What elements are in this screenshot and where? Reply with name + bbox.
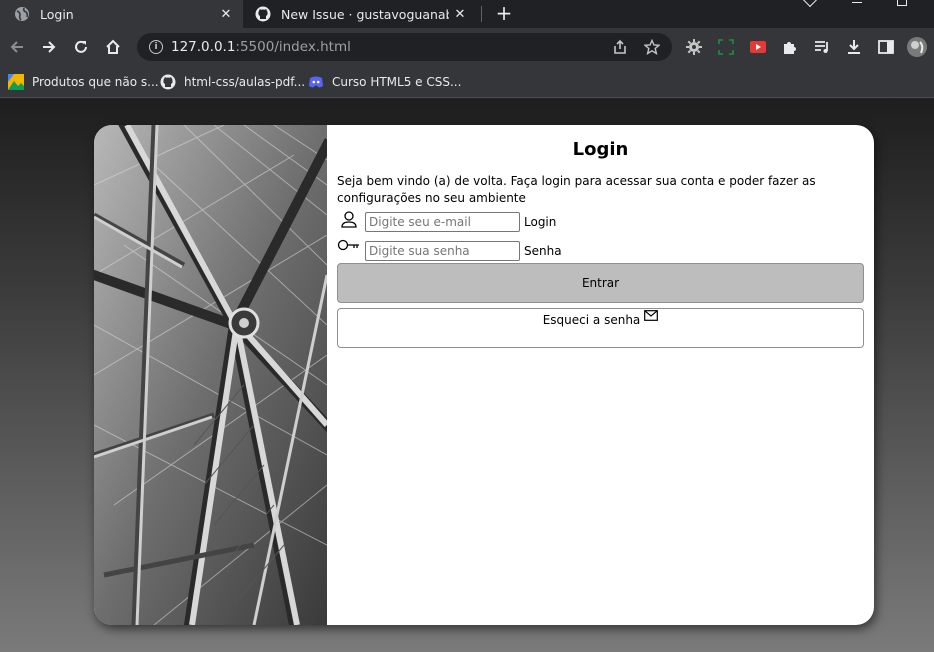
forward-button[interactable] [38, 36, 60, 58]
extension-youtube-icon[interactable] [747, 36, 769, 58]
forgot-password-label: Esqueci a senha [542, 313, 641, 327]
side-panel-icon[interactable] [875, 36, 897, 58]
back-button[interactable] [6, 36, 28, 58]
steel-structure-image [94, 125, 327, 625]
tab-title: New Issue · gustavoguanabara/ht [281, 6, 449, 22]
reload-button[interactable] [70, 36, 92, 58]
password-label: Senha [524, 244, 562, 258]
github-icon [255, 6, 271, 22]
password-row: Senha [337, 239, 562, 263]
bookmark-item[interactable]: Produtos que não s... [8, 71, 159, 93]
address-path: :5500/index.html [235, 39, 351, 55]
user-icon [337, 210, 361, 234]
reload-icon [75, 40, 87, 53]
extension-gear-icon[interactable] [683, 36, 705, 58]
login-form: Login Seja bem vindo (a) de volta. Faça … [337, 125, 864, 625]
new-tab-button[interactable]: + [492, 2, 516, 26]
home-icon [106, 39, 120, 54]
bookmark-label: html-css/aulas-pdf... [184, 75, 306, 89]
tab-new-issue[interactable]: New Issue · gustavoguanabara/ht ✕ [243, 0, 477, 28]
email-row: Login [337, 210, 556, 234]
bookmark-label: Curso HTML5 e CSS... [332, 75, 462, 89]
media-playlist-icon[interactable] [811, 36, 833, 58]
forgot-password-button[interactable]: Esqueci a senha [337, 308, 864, 348]
tab-strip: Login ✕ New Issue · gustavoguanabara/ht … [0, 0, 934, 28]
github-icon [160, 74, 176, 90]
landscape-icon [8, 74, 24, 90]
bookmark-item[interactable]: html-css/aulas-pdf... [160, 71, 305, 93]
discord-icon [308, 74, 324, 90]
email-label: Login [524, 215, 557, 229]
tab-search-icon[interactable] [802, 0, 818, 8]
browser-toolbar: i 127.0.0.1:5500/index.html [0, 28, 934, 66]
bookmark-star-icon[interactable] [643, 38, 661, 59]
profile-avatar[interactable] [906, 36, 928, 58]
tab-title: Login [40, 6, 74, 22]
login-card: Login Seja bem vindo (a) de volta. Faça … [94, 125, 874, 625]
email-input[interactable] [365, 212, 520, 232]
page-title: Login [572, 139, 629, 160]
download-icon[interactable] [843, 36, 865, 58]
bookmark-item[interactable]: Curso HTML5 e CSS... [308, 71, 461, 93]
mail-icon [644, 310, 659, 324]
maximize-icon[interactable] [897, 0, 907, 6]
close-tab-icon[interactable]: ✕ [215, 7, 237, 22]
welcome-text: Seja bem vindo (a) de volta. Faça login … [337, 174, 816, 205]
close-tab-icon[interactable]: ✕ [449, 7, 471, 22]
globe-icon [14, 6, 30, 22]
tab-separator [481, 6, 482, 22]
arrow-right-icon [43, 41, 56, 53]
arrow-left-icon [10, 41, 23, 53]
minimize-icon[interactable] [852, 2, 862, 3]
key-icon [337, 239, 361, 263]
tab-login[interactable]: Login ✕ [0, 0, 243, 28]
login-button[interactable]: Entrar [337, 263, 864, 303]
address-bar[interactable]: i 127.0.0.1:5500/index.html [137, 33, 672, 61]
extensions-puzzle-icon[interactable] [779, 36, 801, 58]
bookmark-label: Produtos que não s... [32, 75, 159, 89]
share-icon[interactable] [612, 39, 628, 59]
extension-screenshot-icon[interactable] [715, 36, 737, 58]
address-host: 127.0.0.1 [171, 39, 236, 55]
password-input[interactable] [365, 241, 520, 261]
home-button[interactable] [102, 36, 124, 58]
page-viewport: Login Seja bem vindo (a) de volta. Faça … [0, 99, 934, 652]
site-info-icon[interactable]: i [149, 40, 163, 54]
bookmarks-bar: Produtos que não s... html-css/aulas-pdf… [0, 66, 934, 98]
